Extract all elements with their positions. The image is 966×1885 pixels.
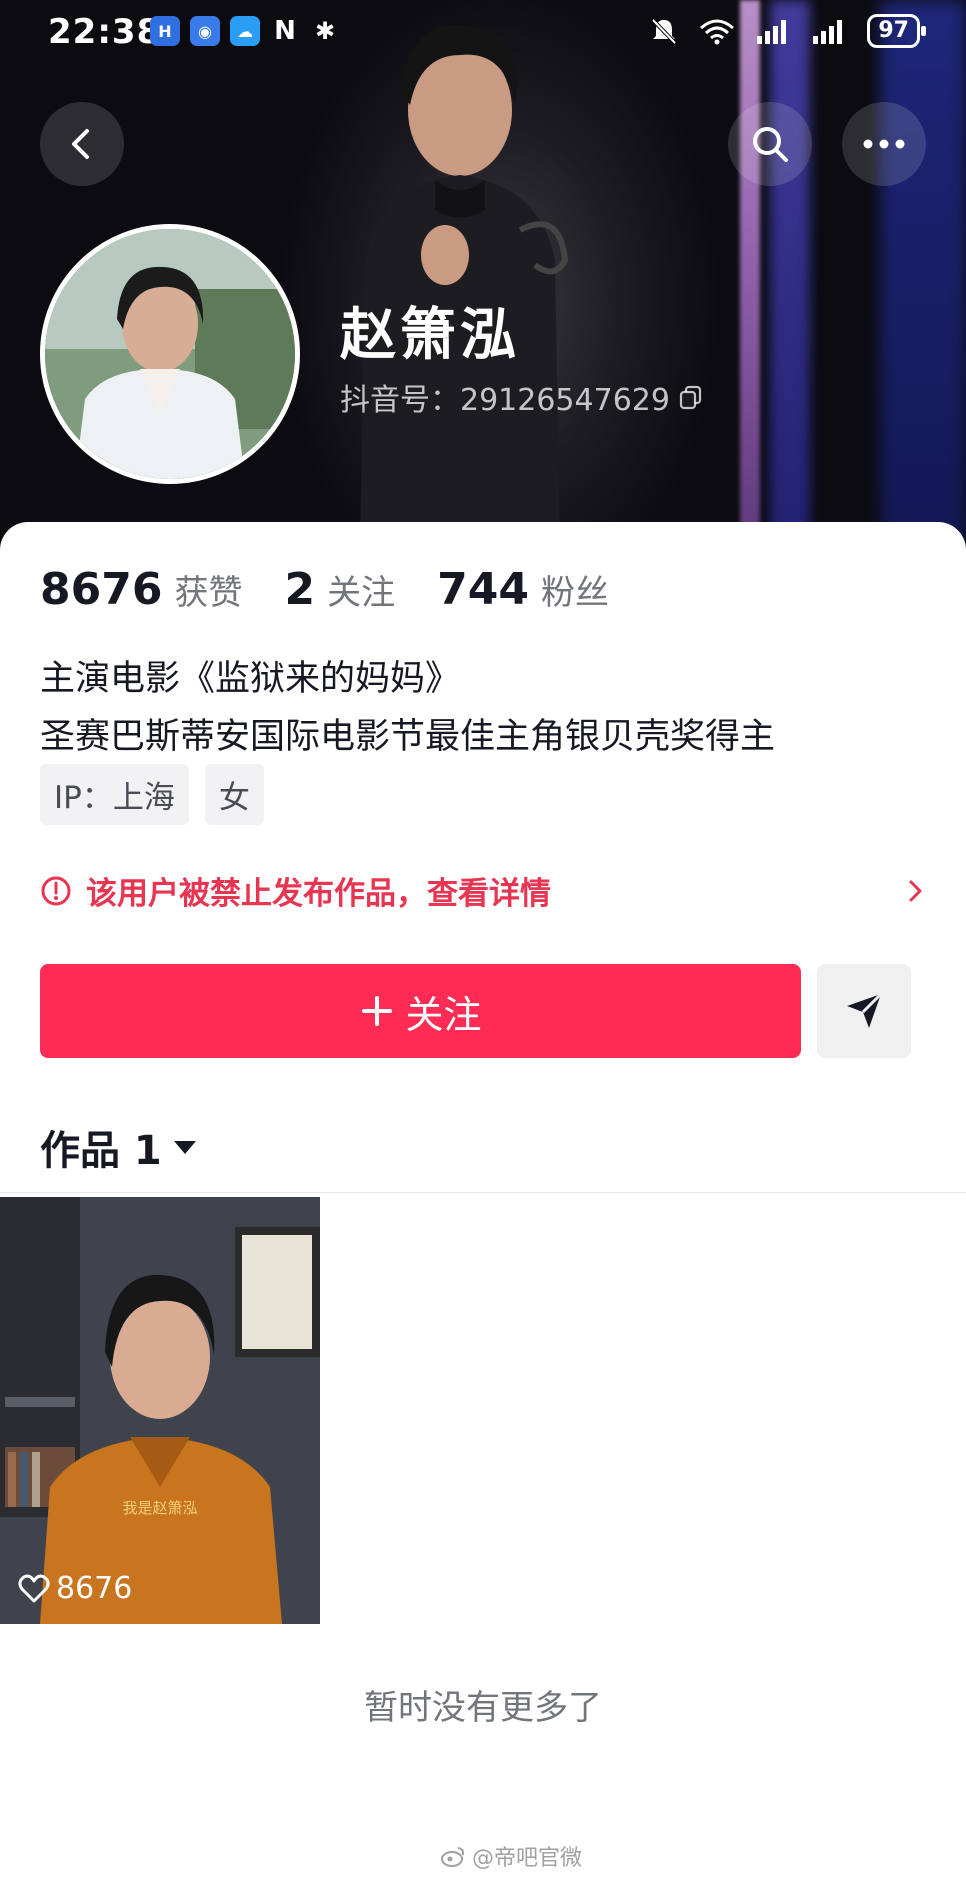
stat-label: 关注 [327, 573, 396, 613]
stat-following[interactable]: 2 关注 [284, 564, 395, 615]
stat-value: 8676 [40, 564, 163, 615]
mute-bell-icon [651, 18, 677, 45]
app-notification-icon: H [150, 16, 180, 46]
follow-button-label: 关注 [405, 992, 482, 1037]
watermark-text: @帝吧官微 [472, 1846, 583, 1871]
divider [0, 1192, 966, 1193]
video-cover-image [0, 1197, 320, 1624]
works-tab[interactable]: 作品 1 [40, 1118, 198, 1176]
more-dots-icon [863, 139, 905, 149]
end-of-list-text: 暂时没有更多了 [364, 1688, 602, 1728]
avatar-photo [45, 229, 295, 479]
profile-stats: 8676 获赞 2 关注 744 粉丝 [40, 564, 651, 615]
banner-photo [360, 24, 569, 550]
back-button[interactable] [40, 102, 124, 186]
battery-indicator: 97 [867, 14, 926, 48]
weather-icon: ☁ [230, 16, 260, 46]
stat-followers[interactable]: 744 粉丝 [437, 564, 609, 615]
bio-line: 圣赛巴斯蒂安国际电影节最佳主角银贝壳奖得主 [40, 717, 776, 757]
caret-down-icon [173, 1141, 196, 1154]
stage-light [740, 0, 760, 560]
douyin-id-text: 抖音号：29126547629 [340, 383, 670, 418]
nfc-icon: N [274, 16, 296, 46]
chevron-right-icon [909, 880, 922, 901]
video-caption: 我是赵箫泓 [122, 1499, 198, 1517]
profile-tags: IP：上海 女 [40, 764, 264, 825]
plus-icon [362, 996, 393, 1026]
heart-icon [18, 1574, 50, 1602]
ban-notice-text: 该用户被禁止发布作品，查看详情 [86, 876, 551, 912]
weibo-logo-icon [441, 1847, 465, 1867]
status-time: 22:38 [48, 12, 162, 52]
send-icon [847, 992, 883, 1028]
search-button[interactable] [728, 102, 812, 186]
share-button[interactable] [817, 964, 911, 1058]
status-bar: 22:38 H ◉ ☁ N ✱ 97 [0, 0, 966, 70]
more-button[interactable] [842, 102, 926, 186]
avatar[interactable] [40, 224, 300, 484]
watermark: @帝吧官微 [440, 1840, 582, 1872]
status-app-icons: H ◉ ☁ N ✱ [150, 16, 340, 46]
stat-label: 获赞 [174, 573, 243, 613]
bluetooth-icon: ✱ [314, 17, 336, 45]
signal-icon [813, 20, 843, 44]
copy-icon[interactable] [678, 384, 704, 410]
works-tab-label: 作品 1 [40, 1128, 162, 1174]
stat-value: 744 [437, 564, 529, 615]
chevron-left-icon [72, 129, 89, 159]
video-likes: 8676 [18, 1571, 132, 1606]
stat-label: 粉丝 [540, 573, 609, 613]
display-name: 赵箫泓 [340, 303, 520, 368]
gender-tag: 女 [204, 764, 264, 825]
stat-value: 2 [284, 564, 316, 615]
follow-button[interactable]: 关注 [40, 964, 801, 1058]
app-notification-icon: ◉ [190, 16, 220, 46]
ip-tag: IP：上海 [40, 764, 189, 825]
video-likes-count: 8676 [56, 1571, 133, 1606]
douyin-id[interactable]: 抖音号：29126547629 [340, 375, 704, 419]
stat-likes: 8676 获赞 [40, 564, 242, 615]
profile-card: 8676 获赞 2 关注 744 粉丝 主演电影《监狱来的妈妈》 圣赛巴斯蒂安国… [0, 522, 966, 1885]
alert-circle-icon [41, 876, 71, 905]
stage-light [880, 0, 966, 560]
status-right: 97 [649, 14, 926, 48]
bio-line: 主演电影《监狱来的妈妈》 [40, 659, 461, 699]
stage-light [770, 0, 810, 560]
signal-icon [757, 20, 787, 44]
search-icon [753, 127, 788, 162]
wifi-icon [700, 19, 735, 45]
video-thumbnail[interactable]: 我是赵箫泓 8676 [0, 1197, 320, 1624]
ban-notice[interactable]: 该用户被禁止发布作品，查看详情 [40, 868, 926, 913]
profile-bio: 主演电影《监狱来的妈妈》 圣赛巴斯蒂安国际电影节最佳主角银贝壳奖得主 [40, 650, 775, 766]
